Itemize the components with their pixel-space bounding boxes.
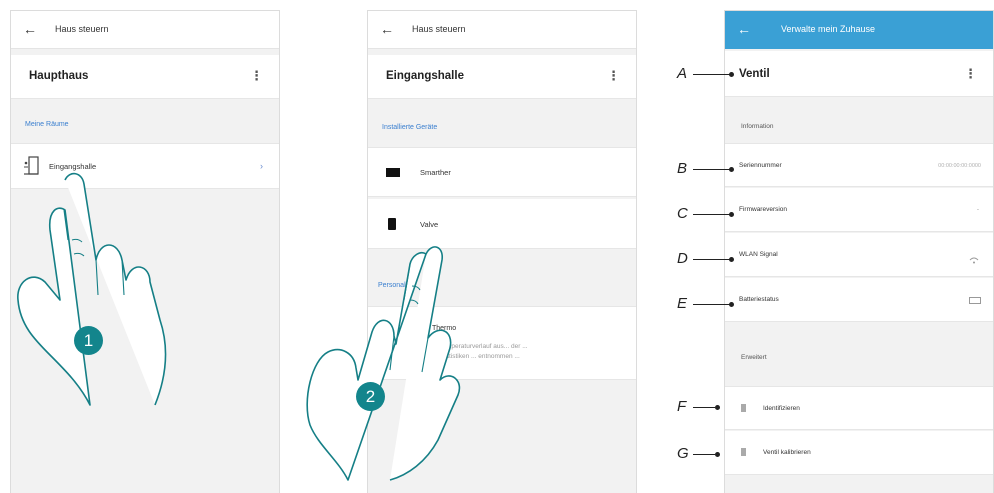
app-bar-title: Verwalte mein Zuhause [781,24,876,34]
callout-f: F [677,398,735,415]
wifi-icon [969,251,979,269]
app-bar: ← Haus steuern [11,11,279,49]
info-row-serial: Seriennummer 00:00:00:00:0000 [725,143,993,187]
callout-line [693,304,731,306]
thermostat-icon [386,168,400,177]
battery-icon [969,297,981,304]
callout-letter: B [677,160,688,177]
callout-a: A [677,65,735,82]
callout-dot [729,257,734,262]
valve-icon [388,218,396,230]
kebab-icon[interactable]: ⋮ [250,68,263,84]
callout-dot [715,405,720,410]
callout-dot [715,452,720,457]
device-card[interactable]: Ventil ⋮ [725,51,993,97]
arrow-left-icon[interactable]: ← [737,21,751,37]
callout-line [693,407,715,409]
section-my-rooms: Meine Räume [25,121,69,128]
app-bar: ← Haus steuern [368,11,636,49]
firmware-label: Firmwareversion [739,206,788,213]
hand-pointer-icon [17,172,167,406]
arrow-left-icon[interactable]: ← [380,21,394,37]
callout-line [693,214,731,216]
hand-pointer-icon [306,246,461,481]
callout-letter: D [677,250,688,267]
phone-screen-3: ← Verwalte mein Zuhause Ventil ⋮ Informa… [724,10,994,493]
callout-line [693,169,731,171]
info-row-battery: Batteriestatus [725,278,993,322]
device-label: Smarther [420,168,451,177]
room-card[interactable]: Eingangshalle ⋮ [368,55,636,99]
room-name: Eingangshalle [386,70,464,82]
section-information: Information [741,123,774,130]
callout-letter: A [677,65,688,82]
serial-value: 00:00:00:00:0000 [938,163,981,169]
wifi-label: WLAN Signal [739,251,778,258]
action-identify[interactable]: Identifizieren [725,386,993,430]
identify-label: Identifizieren [763,405,800,412]
callout-dot [729,72,734,77]
step-badge-2: 2 [356,382,385,411]
identify-icon [741,404,746,412]
callout-g: G [677,445,735,462]
callout-dot [729,167,734,172]
device-label: Valve [420,220,439,229]
calibrate-label: Ventil kalibrieren [763,449,811,456]
callout-c: C [677,205,735,222]
callout-d: D [677,250,735,267]
info-row-wifi: WLAN Signal [725,233,993,277]
calibrate-icon [741,448,746,456]
serial-label: Seriennummer [739,162,782,169]
kebab-icon[interactable]: ⋮ [607,68,620,84]
device-name: Ventil [739,68,770,80]
section-advanced: Erweitert [741,354,767,361]
app-bar-title: Haus steuern [412,24,466,34]
kebab-icon[interactable]: ⋮ [964,66,977,82]
callout-letter: E [677,295,688,312]
callout-letter: G [677,445,689,462]
callout-e: E [677,295,735,312]
house-name: Haupthaus [29,70,89,82]
callout-line [693,259,731,261]
battery-label: Batteriestatus [739,296,779,303]
section-installed-devices: Installierte Geräte [382,124,438,131]
callout-line [693,74,731,76]
callout-letter: C [677,205,688,222]
chevron-right-icon: › [260,161,263,171]
app-bar-title: Haus steuern [55,24,109,34]
house-card[interactable]: Haupthaus ⋮ [11,55,279,99]
step-badge-1: 1 [74,326,103,355]
callout-b: B [677,160,735,177]
device-row-smarther[interactable]: Smarther [368,147,636,197]
arrow-left-icon[interactable]: ← [23,21,37,37]
app-bar: ← Verwalte mein Zuhause [725,11,993,49]
callout-line [693,454,715,456]
callout-dot [729,212,734,217]
info-row-firmware: Firmwareversion - [725,188,993,232]
firmware-value: - [976,206,979,213]
action-calibrate[interactable]: Ventil kalibrieren [725,431,993,475]
callout-dot [729,302,734,307]
callout-letter: F [677,398,687,415]
